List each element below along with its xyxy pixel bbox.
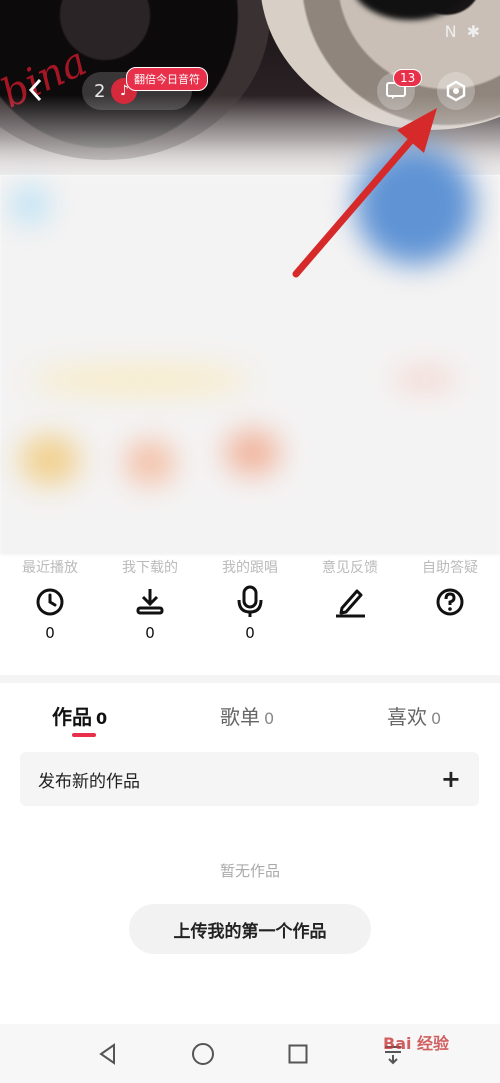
quick-recent-played[interactable]: 最近播放 0 xyxy=(0,556,100,666)
quick-label: 意见反馈 xyxy=(322,560,378,576)
tab-playlists[interactable]: 歌单 0 xyxy=(220,701,274,730)
recents-square-icon[interactable] xyxy=(278,1034,318,1074)
help-icon xyxy=(435,580,465,624)
upload-first-work-button[interactable]: 上传我的第一个作品 xyxy=(129,904,371,954)
blur-shape xyxy=(30,365,250,395)
quick-count: 0 xyxy=(145,624,155,642)
publish-new-work[interactable]: 发布新的作品 + xyxy=(20,752,479,806)
quick-label: 我的跟唱 xyxy=(222,560,278,576)
plus-icon: + xyxy=(440,765,461,793)
tab-label: 歌单 xyxy=(220,705,260,729)
publish-label: 发布新的作品 xyxy=(38,771,140,792)
pen-icon xyxy=(333,580,367,624)
tab-count: 0 xyxy=(431,709,442,728)
blur-shape xyxy=(225,430,280,475)
quick-count: 0 xyxy=(45,624,55,642)
quick-help[interactable]: 自助答疑 xyxy=(400,556,500,666)
blur-shape xyxy=(20,435,80,485)
quick-count: 0 xyxy=(245,624,255,642)
section-divider xyxy=(0,675,500,683)
microphone-icon xyxy=(234,580,266,624)
empty-state-text: 暂无作品 xyxy=(219,862,280,880)
quick-downloads[interactable]: 我下载的 0 xyxy=(100,556,200,666)
tab-works[interactable]: 作品 0 xyxy=(52,701,107,730)
tab-label: 喜欢 xyxy=(387,705,427,729)
tab-likes[interactable]: 喜欢 0 xyxy=(387,701,441,730)
blur-shape xyxy=(125,440,175,485)
tab-count: 0 xyxy=(96,709,108,728)
quick-sing-along[interactable]: 我的跟唱 0 xyxy=(200,556,300,666)
home-circle-icon[interactable] xyxy=(183,1034,223,1074)
content-tabs: 作品 0 歌单 0 喜欢 0 xyxy=(0,695,500,741)
quick-label: 自助答疑 xyxy=(422,560,478,576)
tab-count: 0 xyxy=(264,709,275,728)
download-icon xyxy=(134,580,166,624)
blur-shape xyxy=(395,370,455,388)
back-triangle-icon[interactable] xyxy=(88,1034,128,1074)
quick-actions: 最近播放 0 我下载的 0 我的跟唱 0 意见反馈 自助答疑 xyxy=(0,556,500,666)
quick-label: 最近播放 xyxy=(22,560,78,576)
tab-label: 作品 xyxy=(52,705,92,729)
clock-icon xyxy=(35,580,65,624)
quick-feedback[interactable]: 意见反馈 xyxy=(300,556,400,666)
quick-label: 我下载的 xyxy=(122,560,178,576)
annotation-arrow xyxy=(292,108,437,278)
watermark-logo: Bai 经验 xyxy=(383,1034,450,1053)
tab-indicator xyxy=(72,733,96,737)
